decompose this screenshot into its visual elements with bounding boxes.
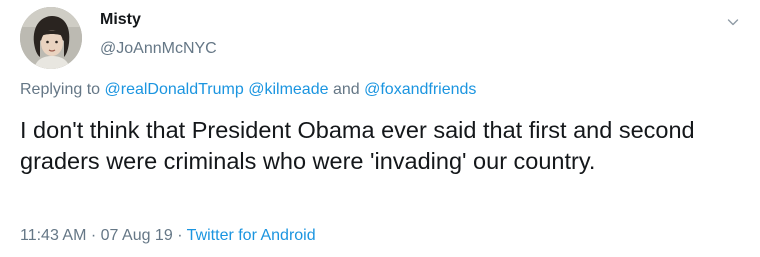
chevron-down-icon[interactable]: [726, 15, 740, 29]
mention-link[interactable]: @realDonaldTrump: [105, 81, 244, 98]
display-name[interactable]: Misty: [100, 11, 141, 29]
conjunction-text: and: [332, 81, 360, 98]
replying-to-label: Replying to: [20, 81, 101, 98]
tweet-text: I don't think that President Obama ever …: [20, 117, 695, 174]
meta-separator: ·: [177, 227, 183, 244]
mention-link[interactable]: @kilmeade: [248, 81, 328, 98]
tweet-date[interactable]: 07 Aug 19: [101, 227, 173, 244]
tweet-metadata: 11:43 AM · 07 Aug 19 · Twitter for Andro…: [20, 227, 316, 245]
avatar-image: [20, 7, 82, 69]
mention-link[interactable]: @foxandfriends: [364, 81, 476, 98]
avatar[interactable]: [20, 7, 82, 69]
tweet-card: Misty @JoAnnMcNYC Replying to @realDonal…: [0, 0, 760, 257]
meta-separator: ·: [90, 227, 97, 244]
replying-to: Replying to @realDonaldTrump @kilmeade a…: [20, 81, 476, 99]
user-handle[interactable]: @JoAnnMcNYC: [100, 40, 217, 58]
tweet-source-link[interactable]: Twitter for Android: [187, 227, 316, 244]
tweet-time[interactable]: 11:43 AM: [20, 227, 86, 244]
